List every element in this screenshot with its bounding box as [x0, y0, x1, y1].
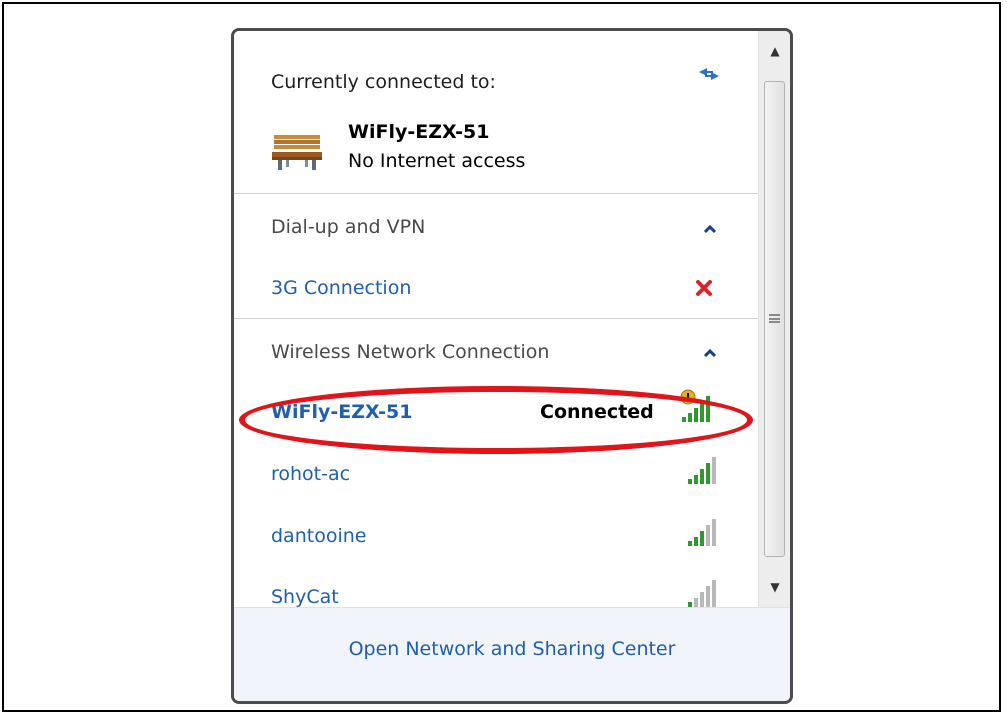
network-item-dantooine[interactable]: dantooine [271, 525, 366, 547]
flyout-footer: Open Network and Sharing Center [234, 607, 790, 701]
network-item-rohot-ac[interactable]: rohot-ac [271, 463, 350, 485]
current-network-name: WiFly-EZX-51 [348, 121, 490, 143]
vertical-scrollbar[interactable]: ▲ ▼ [758, 31, 790, 607]
signal-strength-icon [688, 580, 716, 607]
open-network-sharing-center-link[interactable]: Open Network and Sharing Center [234, 638, 790, 660]
signal-strength-icon [688, 519, 716, 546]
scroll-up-arrow-icon[interactable]: ▲ [765, 41, 785, 61]
chevron-up-icon[interactable] [703, 224, 717, 234]
current-network-status: No Internet access [348, 150, 526, 172]
divider [234, 193, 758, 194]
group-label-wireless[interactable]: Wireless Network Connection [271, 341, 549, 363]
disconnected-x-icon [696, 280, 712, 296]
network-list-scroll-area[interactable]: Currently connected to: WiFly-EZX-51 No … [234, 31, 758, 607]
chevron-up-icon[interactable] [703, 348, 717, 358]
network-item-shycat[interactable]: ShyCat [271, 586, 339, 607]
network-flyout: Currently connected to: WiFly-EZX-51 No … [231, 28, 793, 704]
scrollbar-grip-icon [769, 314, 780, 323]
network-item-3g-connection[interactable]: 3G Connection [271, 277, 411, 299]
scrollbar-thumb[interactable] [764, 81, 785, 557]
network-refresh-icon[interactable] [696, 63, 722, 85]
divider [234, 318, 758, 319]
group-label-dialup-vpn[interactable]: Dial-up and VPN [271, 216, 425, 238]
bench-network-icon [272, 135, 322, 170]
highlight-ellipse [239, 386, 753, 454]
scroll-down-arrow-icon[interactable]: ▼ [765, 577, 785, 597]
currently-connected-heading: Currently connected to: [271, 71, 496, 93]
signal-strength-icon [688, 457, 716, 484]
